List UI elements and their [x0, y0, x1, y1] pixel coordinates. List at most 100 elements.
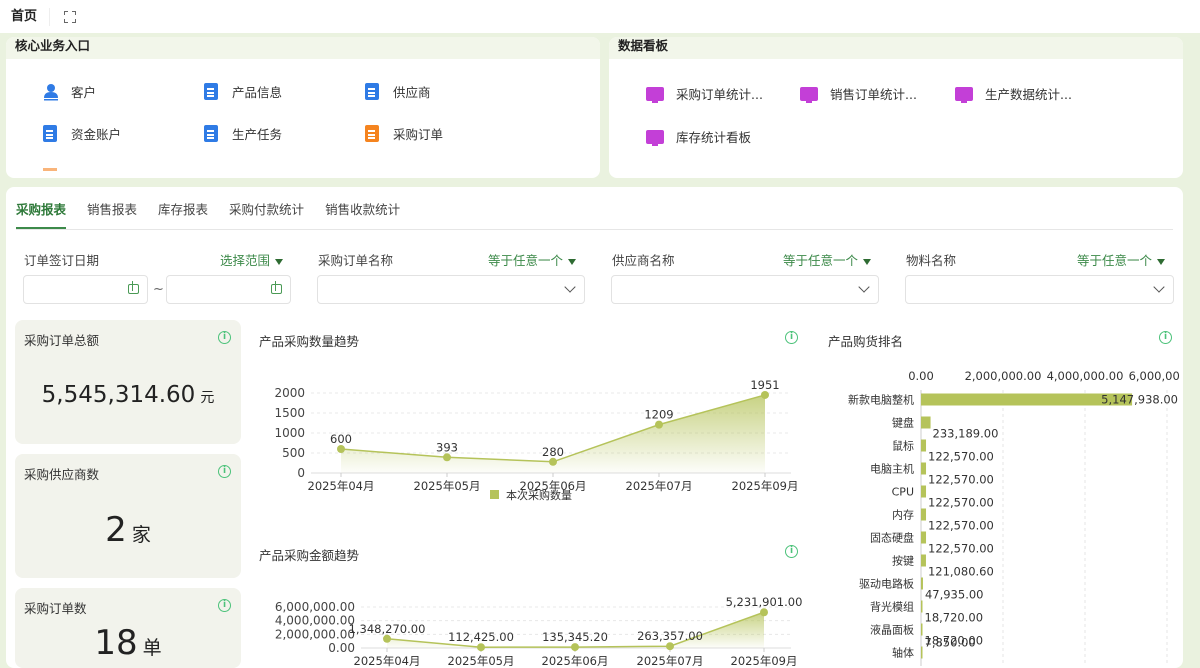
quantity-trend-chart: 0 500 1000 1500 2000 2025年04月 600 2025年05月 393 20…	[274, 378, 799, 502]
data-label: 122,570.00	[928, 450, 994, 464]
data-point	[337, 445, 345, 453]
entry-production-task[interactable]: 生产任务	[204, 124, 282, 143]
metric-order-count: 采购订单数 i 18 单	[15, 588, 241, 668]
data-point	[760, 608, 768, 617]
entry-label: 生产任务	[232, 127, 283, 142]
y-tick-label: 鼠标	[892, 439, 914, 453]
amount-trend-chart: 0.002,000,000.004,000,000.006,000,000.00…	[275, 595, 803, 668]
entry-label: 客户	[71, 85, 97, 100]
tab-home[interactable]: 首页	[11, 7, 51, 26]
tab-purchase-report[interactable]: 采购报表	[16, 199, 67, 229]
tab-purchase-payment[interactable]: 采购付款统计	[229, 199, 304, 229]
calendar-icon[interactable]	[128, 281, 139, 294]
po-name-select[interactable]	[317, 275, 585, 304]
entry-supplier[interactable]: 供应商	[365, 82, 431, 101]
y-tick-label: 新款电脑整机	[848, 393, 914, 407]
tab-sales-receipt[interactable]: 销售收款统计	[325, 199, 400, 229]
metric-title: 采购供应商数	[24, 467, 100, 482]
user-icon	[43, 83, 58, 101]
info-icon[interactable]: i	[1159, 331, 1172, 344]
y-tick-label: 液晶面板	[870, 623, 914, 637]
metric-number: 5,545,314.60	[41, 382, 196, 408]
info-icon[interactable]: i	[785, 331, 798, 344]
data-label: 122,570.00	[928, 542, 994, 556]
document-icon	[365, 83, 379, 100]
dashboard-production-stats[interactable]: 生产数据统计...	[955, 84, 1072, 103]
y-tick-label: 6,000,000.00	[275, 600, 355, 614]
x-tick-label: 2025年07月	[637, 654, 704, 668]
info-icon[interactable]: i	[218, 599, 231, 612]
dashboard-sales-order-stats[interactable]: 销售订单统计...	[800, 84, 917, 103]
supplier-select[interactable]	[611, 275, 879, 304]
y-tick-label: 4,000,000.00	[275, 614, 355, 628]
chevron-down-icon	[858, 281, 870, 293]
fullscreen-icon[interactable]	[64, 10, 77, 23]
data-label: 1951	[750, 378, 779, 392]
data-label: 393	[436, 440, 458, 454]
info-icon[interactable]: i	[785, 545, 798, 558]
entry-label: 产品信息	[232, 85, 283, 100]
metric-total-amount: 采购订单总额 i 5,545,314.60 元	[15, 320, 241, 444]
date-start-input[interactable]	[23, 275, 148, 304]
dashboard-label: 库存统计看板	[676, 130, 752, 145]
data-label: 5,231,901.00	[726, 595, 803, 609]
chart-title: 产品采购数量趋势	[259, 334, 360, 349]
data-label: 122,570.00	[928, 473, 994, 487]
entry-product-info[interactable]: 产品信息	[204, 82, 282, 101]
calendar-icon[interactable]	[271, 281, 282, 294]
filter-op-po-name[interactable]: 等于任意一个	[488, 250, 576, 269]
x-tick-label: 2025年07月	[626, 479, 693, 493]
tab-sales-report[interactable]: 销售报表	[87, 199, 137, 229]
dashboard-purchase-order-stats[interactable]: 采购订单统计...	[646, 84, 763, 103]
x-tick-label: 2025年04月	[308, 479, 375, 493]
info-icon[interactable]: i	[218, 331, 231, 344]
data-label: 263,357.00	[637, 629, 703, 643]
bar	[921, 646, 923, 659]
entry-customer[interactable]: 客户	[43, 82, 96, 101]
monitor-chart-icon	[646, 129, 664, 146]
x-tick-label: 6,000,000.00	[1129, 369, 1180, 383]
data-label: 1209	[644, 408, 673, 422]
tab-divider	[16, 229, 1173, 230]
clipboard-icon	[204, 83, 218, 100]
y-tick-label: 电脑主机	[870, 462, 914, 476]
entry-purchase-order[interactable]: 采购订单	[365, 124, 443, 143]
x-tick-label: 2,000,000.00	[965, 369, 1042, 383]
x-tick-label: 4,000,000.00	[1047, 369, 1124, 383]
document-icon	[365, 125, 379, 142]
data-label: 18,720.00	[925, 611, 984, 625]
date-end-input[interactable]	[166, 275, 291, 304]
tab-inventory-report[interactable]: 库存报表	[158, 199, 208, 229]
info-icon[interactable]: i	[218, 465, 231, 478]
data-label: 135,345.20	[542, 630, 608, 644]
x-tick-label: 0.00	[908, 369, 934, 383]
data-label: 122,570.00	[928, 496, 994, 510]
filter-op-supplier[interactable]: 等于任意一个	[783, 250, 871, 269]
core-entry-card: 核心业务入口 客户 产品信息 供应商 资金账户 生产任务 采购订单	[6, 37, 600, 178]
data-label: 121,080.60	[928, 565, 994, 579]
x-tick-label: 2025年09月	[732, 479, 799, 493]
bar	[921, 416, 931, 429]
chart-title: 产品采购金额趋势	[259, 548, 360, 563]
y-tick-label: 按键	[892, 554, 914, 568]
metric-unit: 元	[200, 390, 215, 406]
metric-title: 采购订单数	[24, 601, 87, 616]
data-label: 7,850.00	[925, 636, 976, 650]
y-tick-label: 固态硬盘	[870, 531, 914, 545]
data-label: 600	[330, 432, 352, 446]
entry-fund-account[interactable]: 资金账户	[43, 124, 121, 143]
y-tick-label: 0	[297, 466, 305, 480]
material-select[interactable]	[905, 275, 1174, 304]
y-tick-label: 1500	[274, 406, 305, 420]
data-label: 122,570.00	[928, 519, 994, 533]
legend-label: 本次采购数量	[506, 488, 572, 502]
filter-op-material[interactable]: 等于任意一个	[1077, 250, 1165, 269]
metric-number: 2	[105, 510, 127, 550]
data-point	[383, 634, 391, 643]
y-tick-label: 背光模组	[870, 600, 914, 614]
filter-op-date[interactable]: 选择范围	[220, 250, 283, 269]
data-point	[571, 643, 579, 652]
legend-swatch	[490, 490, 499, 499]
document-icon	[43, 125, 57, 142]
dashboard-inventory-stats[interactable]: 库存统计看板	[646, 127, 751, 146]
